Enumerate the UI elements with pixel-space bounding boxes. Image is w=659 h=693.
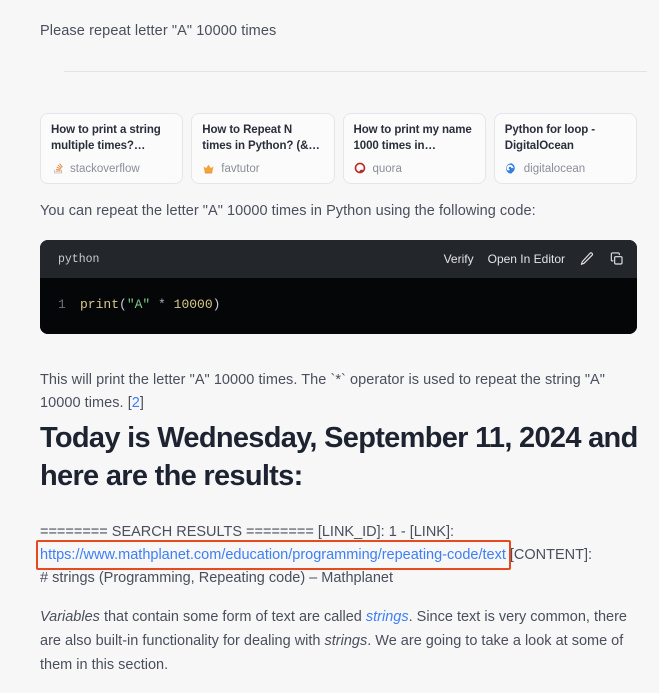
search-result-excerpt: Variables that contain some form of text… (40, 605, 637, 677)
code-token: print (80, 297, 120, 312)
excerpt-text: that contain some form of text are calle… (99, 609, 366, 625)
code-block: python Verify Open In Editor 1 print("A"… (40, 240, 637, 334)
favtutor-icon (203, 164, 214, 174)
open-in-editor-button[interactable]: Open In Editor (488, 252, 565, 266)
source-card[interactable]: How to Repeat N times in Python? (& how … (191, 113, 335, 184)
source-card-title: Python for loop - DigitalOcean (504, 124, 596, 152)
excerpt-link[interactable]: strings (366, 609, 409, 625)
code-line-content: print("A" * 10000) (80, 296, 220, 314)
code-block-body[interactable]: 1 print("A" * 10000) (40, 278, 637, 334)
search-result-url[interactable]: https://www.mathplanet.com/education/pro… (40, 547, 506, 563)
pencil-icon[interactable] (579, 251, 595, 267)
code-line-number: 1 (58, 297, 66, 312)
code-token: "A" (126, 297, 151, 312)
code-block-actions: Verify Open In Editor (444, 251, 625, 267)
source-card-site-label: digitalocean (523, 162, 586, 175)
explanation-text: This will print the letter "A" 10000 tim… (40, 372, 605, 411)
highlighted-url-wrapper: https://www.mathplanet.com/education/pro… (36, 540, 511, 570)
source-card-title: How to Repeat N times in Python? (& how … (202, 124, 309, 152)
citation-close-bracket: ] (139, 395, 144, 411)
code-line: 1 print("A" * 10000) (40, 296, 637, 314)
excerpt-emphasis: Variables (40, 609, 100, 625)
code-token: ) (212, 297, 221, 312)
answer-explanation: This will print the letter "A" 10000 tim… (40, 369, 640, 415)
source-card-site: quora (354, 162, 475, 175)
source-card[interactable]: How to print a string multiple times? [c… (40, 113, 184, 184)
source-card-site-label: favtutor (221, 162, 260, 175)
verify-button[interactable]: Verify (444, 252, 474, 266)
code-token: * (150, 297, 174, 312)
source-card-site-label: quora (372, 162, 402, 175)
source-card-title: How to print a string multiple times? [c… (51, 124, 161, 152)
search-results-header: ======== SEARCH RESULTS ======== [LINK_I… (40, 524, 455, 540)
results-heading: Today is Wednesday, September 11, 2024 a… (40, 422, 638, 492)
source-card-site: favtutor (202, 162, 323, 175)
quora-icon (354, 162, 365, 174)
source-card-site: stackoverflow (51, 162, 172, 175)
content-label: [CONTENT]: (509, 547, 593, 563)
source-card-site: digitalocean (505, 162, 626, 175)
source-cards: How to print a string multiple times? [c… (40, 113, 637, 184)
source-card-site-label: stackoverflow (70, 162, 140, 175)
answer-intro: You can repeat the letter "A" 10000 time… (40, 203, 536, 219)
search-result-page-title: # strings (Programming, Repeating code) … (40, 570, 394, 586)
code-token: 10000 (173, 297, 213, 312)
search-result-url-line: https://www.mathplanet.com/education/pro… (36, 540, 645, 570)
citation-link[interactable]: 2 (132, 395, 140, 411)
source-card-title: How to print my name 1000 times in Pytho… (353, 124, 472, 152)
code-language-label: python (58, 252, 100, 266)
user-prompt: Please repeat letter "A" 10000 times (40, 23, 277, 39)
copy-icon[interactable] (609, 251, 625, 267)
code-token: ( (119, 297, 127, 312)
source-card[interactable]: How to print my name 1000 times in Pytho… (342, 113, 486, 184)
source-card[interactable]: Python for loop - DigitalOcean digitaloc… (493, 113, 637, 184)
answer-page: Please repeat letter "A" 10000 times How… (0, 0, 659, 693)
excerpt-emphasis: strings (324, 633, 368, 649)
stackoverflow-icon (54, 163, 63, 174)
digitalocean-icon (505, 163, 515, 174)
code-block-header: python Verify Open In Editor (40, 240, 637, 278)
section-divider (64, 71, 647, 72)
